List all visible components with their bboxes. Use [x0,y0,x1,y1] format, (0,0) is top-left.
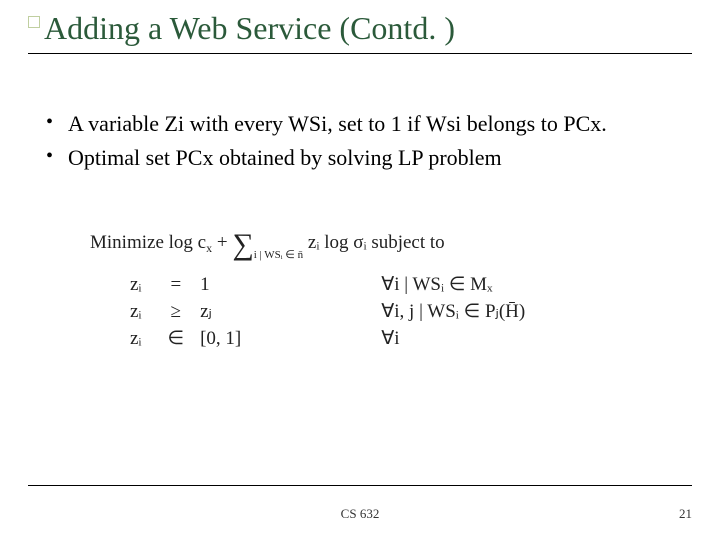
slide-title: Adding a Web Service (Contd. ) [44,10,692,47]
constraint-row: zᵢ ∈ [0, 1] ∀i [130,325,535,352]
objective-prefix: Minimize log c [90,232,206,253]
title-accent-square [28,16,40,28]
bullet-list: A variable Zi with every WSi, set to 1 i… [42,110,678,171]
constraint-lhs: zᵢ [130,298,152,325]
constraint-rel: ≥ [152,298,201,325]
constraint-cond: ∀i | WSᵢ ∈ Mₓ [251,271,535,298]
math-block: Minimize log cx + ∑i | WSᵢ ∈ n̄ zᵢ log σ… [90,232,660,352]
constraints-table: zᵢ = 1 ∀i | WSᵢ ∈ Mₓ zᵢ ≥ zⱼ ∀i, j | WSᵢ… [130,271,535,352]
constraint-row: zᵢ = 1 ∀i | WSᵢ ∈ Mₓ [130,271,535,298]
bullet-item: Optimal set PCx obtained by solving LP p… [42,144,678,172]
body-content: A variable Zi with every WSi, set to 1 i… [42,110,678,177]
sum-condition: i | WSᵢ ∈ n̄ [254,249,303,261]
title-block: Adding a Web Service (Contd. ) [28,10,692,54]
constraint-lhs: zᵢ [130,325,152,352]
footer-center: CS 632 [0,506,720,522]
objective-tail: zᵢ log σᵢ subject to [303,232,445,253]
constraint-cond: ∀i, j | WSᵢ ∈ Pⱼ(H̄) [251,298,535,325]
footer-page-number: 21 [679,506,692,522]
constraint-rel: = [152,271,201,298]
constraint-rhs: 1 [200,271,251,298]
constraint-rhs: zⱼ [200,298,251,325]
constraint-cond: ∀i [251,325,535,352]
slide: Adding a Web Service (Contd. ) A variabl… [0,0,720,540]
constraint-rhs: [0, 1] [200,325,251,352]
bullet-item: A variable Zi with every WSi, set to 1 i… [42,110,678,138]
title-underline [28,53,692,54]
footer-rule [28,485,692,486]
constraint-lhs: zᵢ [130,271,152,298]
objective-line: Minimize log cx + ∑i | WSᵢ ∈ n̄ zᵢ log σ… [90,232,660,261]
constraint-rel: ∈ [152,325,201,352]
constraint-row: zᵢ ≥ zⱼ ∀i, j | WSᵢ ∈ Pⱼ(H̄) [130,298,535,325]
sigma-icon: ∑ [232,236,253,254]
objective-plus: + [212,232,232,253]
